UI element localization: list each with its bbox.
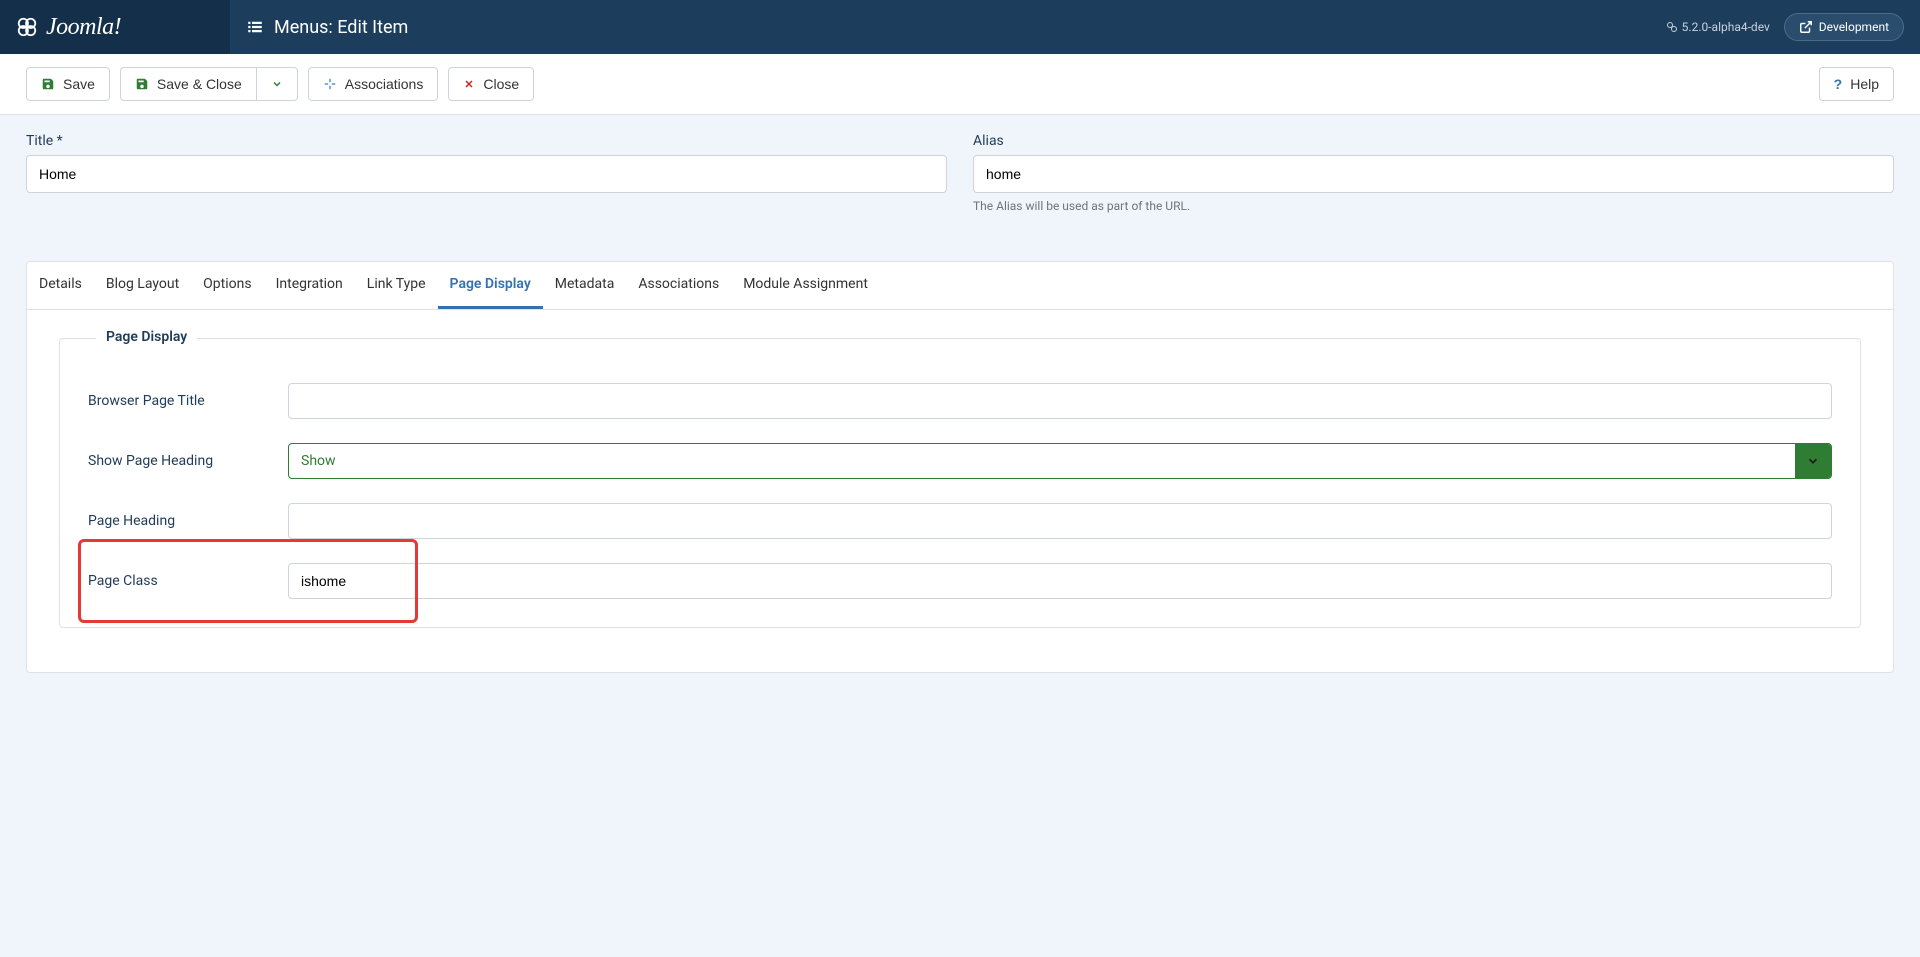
- page-title-text: Menus: Edit Item: [274, 17, 408, 38]
- associations-label: Associations: [345, 76, 424, 92]
- alias-input[interactable]: [973, 155, 1894, 193]
- page-display-fieldset: Page Display Browser Page Title Show Pag…: [59, 338, 1861, 628]
- version-text: 5.2.0-alpha4-dev: [1682, 20, 1770, 34]
- save-icon: [135, 77, 149, 91]
- page-heading-input[interactable]: [288, 503, 1832, 539]
- alias-label: Alias: [973, 133, 1894, 149]
- top-bar: Joomla! Menus: Edit Item 5.2.0-alpha4-de…: [0, 0, 1920, 54]
- close-button[interactable]: Close: [448, 67, 534, 101]
- show-page-heading-select[interactable]: Show: [288, 443, 1832, 479]
- tab-associations[interactable]: Associations: [626, 262, 731, 309]
- development-badge[interactable]: Development: [1784, 13, 1904, 41]
- tab-row: DetailsBlog LayoutOptionsIntegrationLink…: [27, 262, 1893, 310]
- title-label: Title *: [26, 133, 947, 149]
- help-label: Help: [1850, 76, 1879, 92]
- tab-integration[interactable]: Integration: [264, 262, 355, 309]
- toolbar-spacer: [544, 67, 1809, 101]
- tab-blog-layout[interactable]: Blog Layout: [94, 262, 191, 309]
- title-field-wrap: Title *: [26, 133, 947, 213]
- joomla-icon: [16, 16, 38, 38]
- version-badge[interactable]: 5.2.0-alpha4-dev: [1666, 20, 1770, 34]
- tab-link-type[interactable]: Link Type: [355, 262, 438, 309]
- tab-module-assignment[interactable]: Module Assignment: [731, 262, 880, 309]
- joomla-small-icon: [1666, 21, 1678, 33]
- brand-logo[interactable]: Joomla!: [0, 0, 230, 54]
- brand-text: Joomla!: [46, 14, 121, 41]
- tabs-card: DetailsBlog LayoutOptionsIntegrationLink…: [26, 261, 1894, 673]
- external-link-icon: [1799, 20, 1813, 34]
- dev-badge-text: Development: [1819, 20, 1889, 34]
- browser-page-title-label: Browser Page Title: [88, 393, 288, 409]
- tab-options[interactable]: Options: [191, 262, 263, 309]
- save-close-button[interactable]: Save & Close: [120, 67, 256, 101]
- chevron-down-icon: [271, 78, 283, 90]
- show-page-heading-value: Show: [289, 444, 1795, 478]
- help-button[interactable]: ? Help: [1819, 67, 1894, 101]
- page-display-panel: Page Display Browser Page Title Show Pag…: [27, 310, 1893, 672]
- save-label: Save: [63, 76, 95, 92]
- show-page-heading-label: Show Page Heading: [88, 453, 288, 469]
- title-input[interactable]: [26, 155, 947, 193]
- page-class-label: Page Class: [88, 573, 288, 589]
- page-class-input[interactable]: [288, 563, 1832, 599]
- save-button[interactable]: Save: [26, 67, 110, 101]
- close-icon: [463, 78, 475, 90]
- page-heading-label: Page Heading: [88, 513, 288, 529]
- tab-page-display[interactable]: Page Display: [438, 262, 543, 309]
- save-close-label: Save & Close: [157, 76, 242, 92]
- save-icon: [41, 77, 55, 91]
- associations-button[interactable]: Associations: [308, 67, 439, 101]
- tab-details[interactable]: Details: [27, 262, 94, 309]
- page-heading-input-wrap: [288, 503, 1832, 539]
- chevron-down-icon: [1806, 454, 1820, 468]
- page-heading-row: Page Heading: [88, 503, 1832, 539]
- page-class-row: Page Class: [88, 563, 1832, 599]
- page-title: Menus: Edit Item: [230, 17, 408, 38]
- browser-page-title-input-wrap: [288, 383, 1832, 419]
- associations-icon: [323, 77, 337, 91]
- title-alias-row: Title * Alias The Alias will be used as …: [26, 133, 1894, 213]
- show-page-heading-row: Show Page Heading Show: [88, 443, 1832, 479]
- form-area: Title * Alias The Alias will be used as …: [0, 115, 1920, 243]
- toolbar: Save Save & Close Associations Close ? H…: [0, 54, 1920, 115]
- tab-metadata[interactable]: Metadata: [543, 262, 627, 309]
- fieldset-legend: Page Display: [96, 329, 197, 345]
- close-label: Close: [483, 76, 519, 92]
- alias-field-wrap: Alias The Alias will be used as part of …: [973, 133, 1894, 213]
- alias-hint: The Alias will be used as part of the UR…: [973, 199, 1894, 213]
- save-close-group: Save & Close: [120, 67, 298, 101]
- top-right: 5.2.0-alpha4-dev Development: [1666, 13, 1920, 41]
- select-toggle-button[interactable]: [1795, 444, 1831, 478]
- help-icon: ?: [1834, 76, 1843, 92]
- save-dropdown-button[interactable]: [256, 67, 298, 101]
- browser-page-title-input[interactable]: [288, 383, 1832, 419]
- page-class-input-wrap: [288, 563, 1832, 599]
- list-icon: [246, 18, 264, 36]
- browser-page-title-row: Browser Page Title: [88, 383, 1832, 419]
